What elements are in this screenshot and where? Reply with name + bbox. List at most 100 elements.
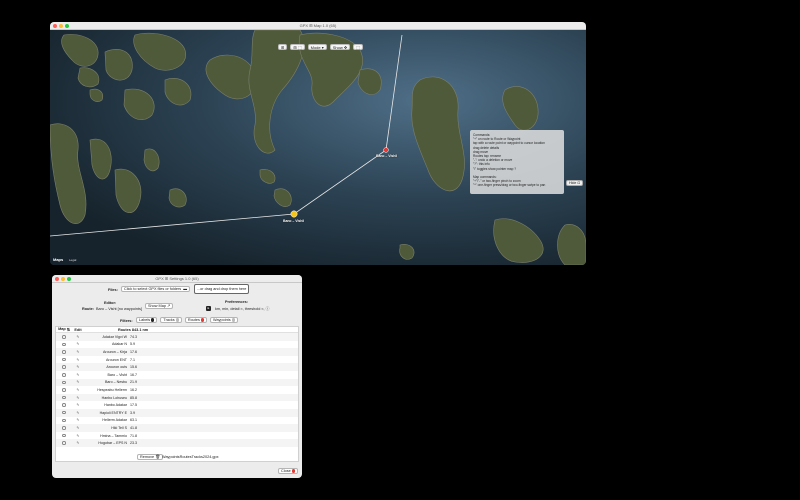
map-radio[interactable] (62, 357, 66, 362)
map-radio[interactable] (62, 335, 66, 339)
route-distance: 15.6 (130, 365, 137, 370)
commands-info-panel: Commands: "+" on route to Route or Waypo… (470, 130, 564, 194)
close-window-icon[interactable] (53, 24, 57, 28)
settings-window: GPX ⊞ Settings 1.0 (65) Files: Click to … (52, 275, 302, 478)
table-row[interactable]: ✎ Adakar N 5.9 (56, 341, 298, 349)
pencil-icon[interactable]: ✎ (76, 365, 79, 369)
table-body: ✎ Adakar Vigvi W 74.3 ✎ Adakar N 5.9 ✎ Arouro… (56, 333, 298, 447)
pencil-icon[interactable]: ✎ (76, 350, 79, 354)
close-label: Close (281, 469, 291, 473)
filter-waypoints-button[interactable]: Waypoints (210, 317, 238, 323)
close-button[interactable]: Close (278, 468, 298, 474)
column-label: Map (58, 327, 66, 331)
table-row[interactable]: ✎ Arouron ENT 7.1 (56, 356, 298, 364)
pencil-icon[interactable]: ✎ (76, 335, 79, 339)
select-files-button[interactable]: Click to select GPX files or folders ▬ (121, 286, 191, 292)
hide-info-button[interactable]: Hide ⊡ (566, 180, 584, 186)
map-mode-button[interactable]: Mode ▾ (307, 44, 327, 50)
map-toolbar-button[interactable]: ⊞ (278, 44, 288, 50)
close-window-icon[interactable] (55, 277, 59, 281)
select-files-label: Click to select GPX files or folders (124, 287, 182, 291)
preferences-toggle-icon[interactable]: ▸ (206, 306, 211, 311)
pencil-icon[interactable]: ✎ (76, 403, 79, 407)
table-row[interactable]: ✎ Arouron outs 15.6 (56, 363, 298, 371)
drop-zone[interactable]: ...or drag and drop them here (194, 284, 250, 294)
zoom-window-icon[interactable] (67, 277, 71, 281)
pencil-icon[interactable]: ✎ (76, 396, 79, 400)
map-radio[interactable] (62, 403, 66, 407)
map-radio[interactable] (62, 395, 66, 400)
table-row[interactable]: ✎ Baro – Nesbu 21.9 (56, 378, 298, 387)
table-row[interactable]: ✎ Hanbo Adakar 17.5 (56, 401, 298, 409)
map-radio[interactable] (62, 342, 66, 347)
legal-link[interactable]: Legal (69, 258, 76, 262)
editor-label: Editor: (104, 301, 117, 305)
map-toolbar: ⊞ ⊞ ⬚ Mode ▾ Show ✥ ⬚ (278, 44, 363, 50)
pencil-icon[interactable]: ✎ (76, 342, 79, 346)
pencil-icon[interactable]: ✎ (76, 373, 79, 377)
table-row[interactable]: ✎ Hiki Tell S 41.8 (56, 424, 298, 432)
waypoint-marker-yellow[interactable] (290, 210, 298, 218)
map-radio[interactable] (62, 418, 66, 423)
filters-group: Labels Tracks Routes Waypoints (136, 317, 238, 323)
map-layers-button[interactable]: ⊞ ⬚ (290, 44, 305, 50)
route-distance: 23.3 (130, 441, 137, 446)
map-share-button[interactable]: ⬚ (353, 44, 363, 50)
map-radio[interactable] (62, 350, 66, 354)
pencil-icon[interactable]: ✎ (76, 358, 79, 362)
pencil-icon[interactable]: ✎ (76, 388, 79, 392)
zoom-window-icon[interactable] (65, 24, 69, 28)
map-radio[interactable] (62, 365, 66, 369)
pencil-icon[interactable]: ✎ (76, 434, 79, 438)
map-radio[interactable] (62, 441, 66, 445)
map-show-button[interactable]: Show ✥ (329, 44, 351, 50)
filter-labels-button[interactable]: Labels (136, 317, 158, 323)
table-row[interactable]: ✎ Arouron – Kirja 17.6 (56, 348, 298, 356)
routes-table: Map ⇅ Edit Routes 843.1 nm ✎ Adakar Vigvi… (55, 326, 299, 462)
preferences-value[interactable]: km, min, detail ≈, threshold ≈, ⓘ (215, 307, 269, 312)
minimize-window-icon[interactable] (59, 24, 63, 28)
map-radio[interactable] (62, 373, 66, 377)
route-distance: 3.9 (130, 410, 135, 415)
route-name: Arouron outs (106, 365, 127, 370)
table-row[interactable]: ✎ Hespeabu Hellerm 16.2 (56, 386, 298, 394)
window-controls (55, 277, 71, 281)
route-name: Arouron – Kirja (103, 349, 127, 354)
pencil-icon[interactable]: ✎ (76, 380, 79, 384)
remove-button[interactable]: Remove 🗑 (137, 454, 164, 460)
pencil-icon[interactable]: ✎ (76, 411, 79, 415)
table-row[interactable]: ✎ Hapioli ENTRY E 3.9 (56, 408, 298, 417)
column-header-map[interactable]: Map ⇅ (56, 327, 72, 332)
filter-label: Routes (187, 318, 200, 322)
satellite-map[interactable]: Bano – Vishil Bano – Vishil ⊞ ⊞ ⬚ Mode ▾… (50, 30, 586, 265)
pencil-icon[interactable]: ✎ (76, 418, 79, 422)
map-radio[interactable] (62, 388, 66, 392)
map-radio[interactable] (62, 380, 66, 385)
column-header-edit[interactable]: Edit (72, 328, 84, 332)
filter-label: Waypoints (213, 318, 231, 322)
table-row[interactable]: ✎ Hmina – Tammio 71.8 (56, 432, 298, 440)
map-window-title: GPX ⊞ Map 1.0 (65) (299, 23, 337, 28)
table-row[interactable]: ✎ Hanbo Lohuseu 85.8 (56, 393, 298, 402)
table-row[interactable]: ✎ Hellerm Adakar 63.1 (56, 417, 298, 425)
map-radio[interactable] (62, 433, 66, 438)
route-name: Hanbo Adakar (104, 403, 127, 408)
waypoint-marker-red[interactable] (383, 147, 389, 153)
route-distance: 85.8 (130, 395, 137, 400)
pencil-icon[interactable]: ✎ (76, 441, 79, 445)
filter-routes-button[interactable]: Routes (184, 317, 208, 323)
minimize-window-icon[interactable] (61, 277, 65, 281)
column-header-routes[interactable]: Routes 843.1 nm (84, 328, 148, 332)
route-name: Arouron ENT (106, 357, 127, 362)
filter-label: Tracks (163, 318, 175, 322)
filter-tracks-button[interactable]: Tracks (160, 317, 182, 323)
show-map-button[interactable]: Show Map ↗ (145, 303, 174, 309)
table-row[interactable]: ✎ Hogobar – EPS N 23.3 (56, 439, 298, 447)
map-radio[interactable] (62, 410, 66, 415)
map-radio[interactable] (62, 426, 66, 430)
table-row[interactable]: ✎ Adakar Vigvi W 74.3 (56, 333, 298, 341)
pencil-icon[interactable]: ✎ (76, 426, 79, 430)
apple-maps-logo: Maps (53, 257, 64, 262)
table-row[interactable]: ✎ Baro – Visht 16.7 (56, 371, 298, 379)
route-distance: 7.1 (130, 357, 135, 362)
